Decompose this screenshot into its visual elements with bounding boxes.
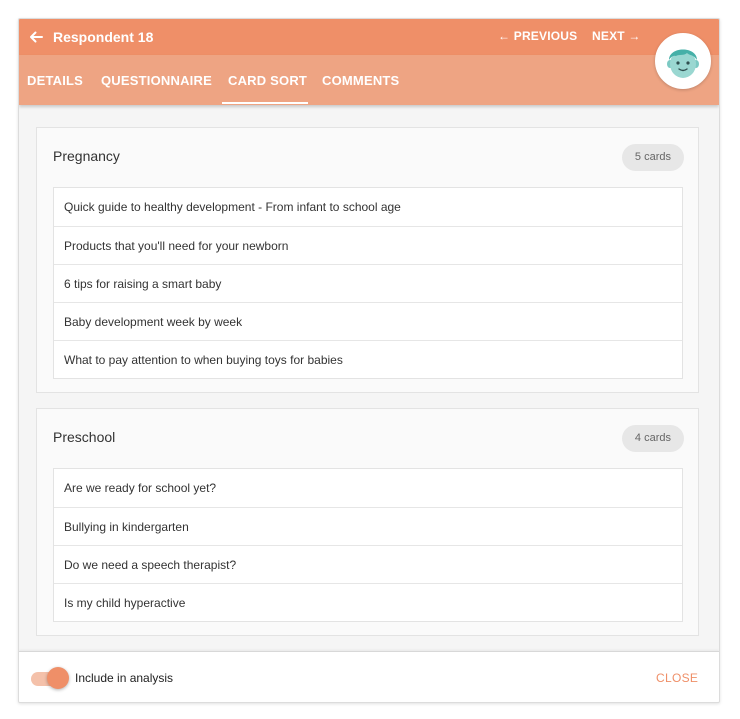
tab-details[interactable]: DETAILS xyxy=(27,73,83,88)
toggle-label: Include in analysis xyxy=(75,671,174,685)
dialog-footer: Include in analysis CLOSE xyxy=(19,651,719,702)
boy-avatar-icon xyxy=(657,35,709,87)
card-sort-content: Pregnancy 5 cards Quick guide to healthy… xyxy=(19,105,719,651)
card-list: Quick guide to healthy development - Fro… xyxy=(53,187,683,379)
card-item[interactable]: Quick guide to healthy development - Fro… xyxy=(54,188,682,226)
card-item[interactable]: What to pay attention to when buying toy… xyxy=(54,340,682,378)
active-tab-indicator xyxy=(222,102,308,104)
tab-bar: DETAILS QUESTIONNAIRE CARD SORT COMMENTS xyxy=(19,55,719,105)
group-preschool: Preschool 4 cards Are we ready for schoo… xyxy=(36,408,699,636)
tab-questionnaire[interactable]: QUESTIONNAIRE xyxy=(101,73,212,88)
avatar xyxy=(655,33,711,89)
card-item[interactable]: Is my child hyperactive xyxy=(54,583,682,621)
toggle-knob[interactable] xyxy=(47,667,69,689)
tab-comments[interactable]: COMMENTS xyxy=(322,73,399,88)
respondent-title: Respondent 18 xyxy=(53,29,154,45)
top-bar: Respondent 18 ← PREVIOUS NEXT → xyxy=(19,19,719,55)
arrow-left-icon[interactable] xyxy=(27,28,45,46)
card-item[interactable]: 6 tips for raising a smart baby xyxy=(54,264,682,302)
card-item[interactable]: Baby development week by week xyxy=(54,302,682,340)
card-count-badge: 5 cards xyxy=(621,144,684,171)
group-pregnancy: Pregnancy 5 cards Quick guide to healthy… xyxy=(36,127,699,393)
card-item[interactable]: Do we need a speech therapist? xyxy=(54,545,682,583)
card-list: Are we ready for school yet? Bullying in… xyxy=(53,468,683,622)
card-item[interactable]: Bullying in kindergarten xyxy=(54,507,682,545)
group-title: Preschool xyxy=(53,429,116,445)
previous-button[interactable]: ← PREVIOUS xyxy=(498,29,577,43)
card-item[interactable]: Are we ready for school yet? xyxy=(54,469,682,507)
card-item[interactable]: Products that you'll need for your newbo… xyxy=(54,226,682,264)
next-button[interactable]: NEXT → xyxy=(592,29,641,43)
close-button[interactable]: CLOSE xyxy=(656,671,698,685)
group-title: Pregnancy xyxy=(53,148,120,164)
tab-card-sort[interactable]: CARD SORT xyxy=(228,73,307,88)
respondent-dialog: Respondent 18 ← PREVIOUS NEXT → DETAILS … xyxy=(18,18,720,703)
card-count-badge: 4 cards xyxy=(621,425,684,452)
